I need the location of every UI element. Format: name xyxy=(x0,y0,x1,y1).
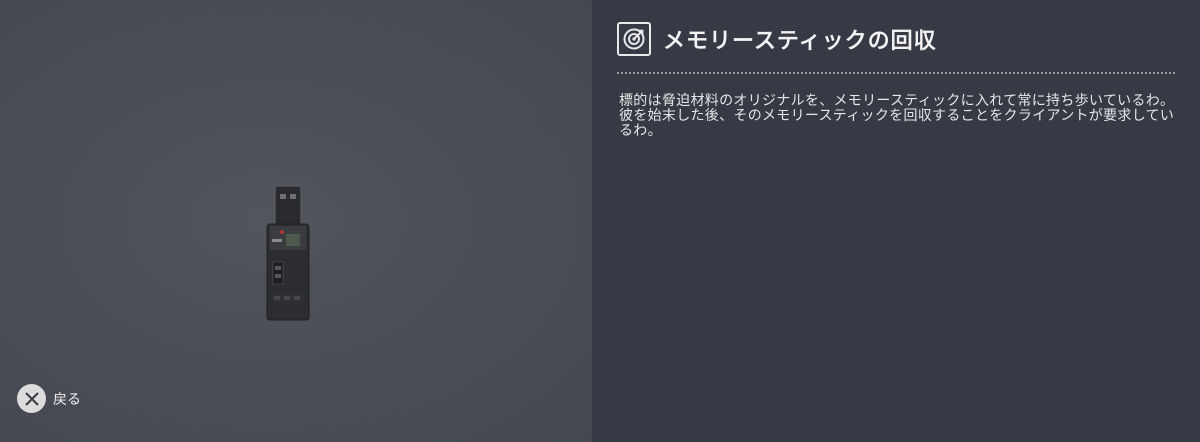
cross-button-icon xyxy=(17,384,46,413)
item-preview-pane xyxy=(0,0,592,442)
back-label: 戻る xyxy=(53,391,81,408)
objective-header: メモリースティックの回収 xyxy=(617,22,937,56)
header-divider xyxy=(617,72,1175,74)
usb-memory-stick-icon xyxy=(266,185,310,321)
objective-title: メモリースティックの回収 xyxy=(663,29,937,54)
objective-description: 標的は脅迫材料のオリジナルを、メモリースティックに入れて常に持ち歩いているわ。彼… xyxy=(619,93,1175,139)
objective-detail-screen: メモリースティックの回収 標的は脅迫材料のオリジナルを、メモリースティックに入れ… xyxy=(0,0,1200,442)
target-icon xyxy=(617,22,651,56)
back-button[interactable]: 戻る xyxy=(17,384,81,413)
objective-info-pane xyxy=(592,0,1200,442)
